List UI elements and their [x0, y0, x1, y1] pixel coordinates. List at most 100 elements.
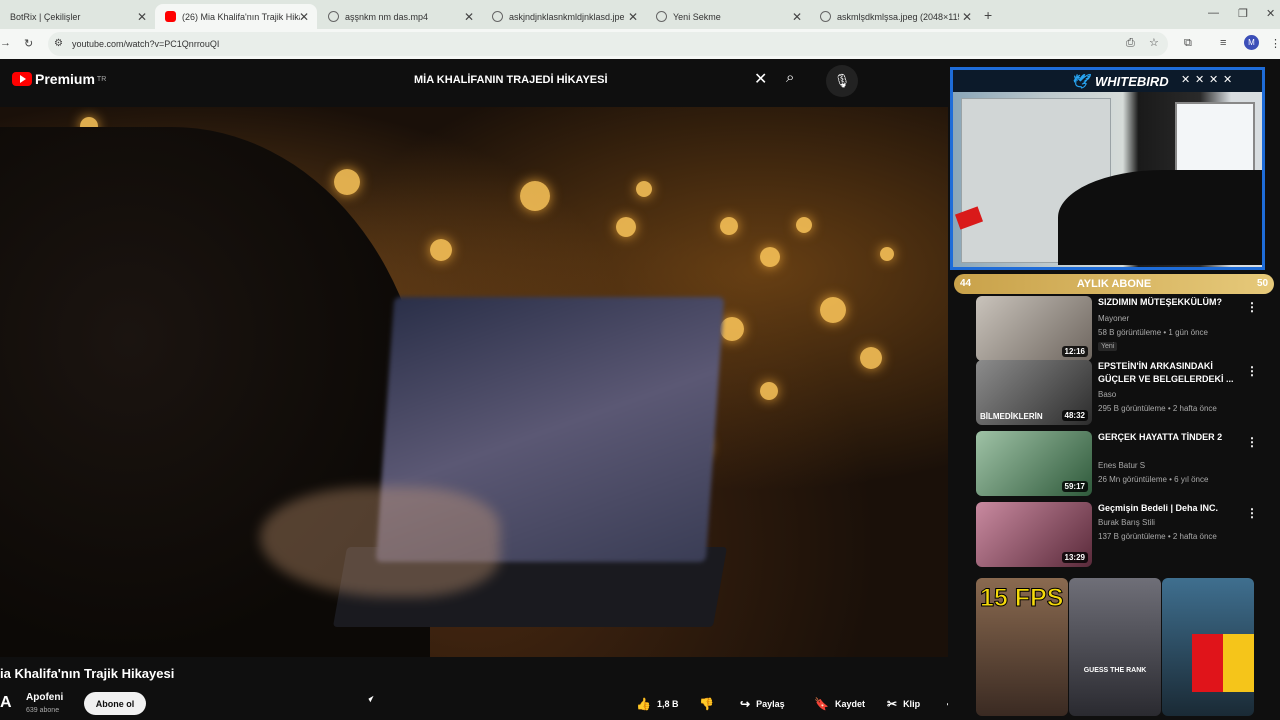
media-control-icon[interactable]: ≡	[1220, 37, 1226, 49]
video-duration: 48:32	[1061, 410, 1088, 421]
thumbs-up-icon: 👍	[636, 696, 651, 711]
video-thumbnail[interactable]: 59:17	[976, 431, 1092, 496]
bokeh-light	[334, 169, 360, 195]
close-tab-icon[interactable]: ✕	[299, 10, 309, 24]
tab-title: BotRix | Çekilişler	[10, 11, 81, 22]
dislike-button[interactable]: 👎	[699, 692, 714, 715]
minimize-icon[interactable]: —	[1208, 7, 1219, 19]
tab-title: askmlşdkmlşsa.jpeg (2048×115	[837, 11, 959, 22]
browser-tab-active[interactable]: (26) Mia Khalifa'nın Trajik Hikay ✕	[155, 4, 317, 29]
new-badge: Yeni	[1098, 342, 1118, 351]
shorts-item[interactable]: GUESS THE RANK	[1069, 578, 1161, 716]
sub-goal-label: AYLIK ABONE	[1076, 278, 1152, 290]
clip-label: Klip	[903, 698, 921, 709]
recommendation-channel[interactable]: Burak Barış Stili	[1098, 518, 1155, 527]
shorts-color-block	[1192, 634, 1254, 692]
close-icon: ✕	[1209, 74, 1219, 86]
clear-search-icon[interactable]: ✕	[754, 69, 767, 89]
install-icon[interactable]: ⎙	[1126, 37, 1135, 50]
share-button[interactable]: ↪ Paylaş	[740, 692, 785, 715]
shorts-label: GUESS THE RANK	[1083, 667, 1147, 674]
new-tab-icon[interactable]: +	[984, 7, 992, 23]
video-thumbnail[interactable]: 13:29	[976, 502, 1092, 567]
youtube-favicon-icon	[165, 11, 176, 22]
more-vertical-icon[interactable]: ⋮	[1246, 506, 1258, 520]
restore-icon[interactable]: ❐	[1238, 7, 1248, 20]
close-tab-icon[interactable]: ✕	[792, 10, 802, 24]
bokeh-light	[720, 317, 744, 341]
channel-name[interactable]: Apofeni	[26, 692, 63, 703]
tab-title: (26) Mia Khalifa'nın Trajik Hikay	[182, 11, 300, 22]
bokeh-light	[636, 181, 652, 197]
subscribe-button[interactable]: Abone ol	[84, 692, 146, 715]
webcam-overlay: 🕊 WHITEBIRD ✕ ✕ ✕ ✕	[950, 67, 1265, 270]
thumbnail-text: BİLMEDİKLERİN	[980, 412, 1043, 421]
cam-chair	[1058, 170, 1262, 265]
recommendation-channel[interactable]: Enes Batur S	[1098, 461, 1145, 470]
recommendation-title[interactable]: Geçmişin Bedeli | Deha INC.	[1098, 502, 1238, 515]
bokeh-light	[760, 247, 780, 267]
video-thumbnail[interactable]: 12:16	[976, 296, 1092, 361]
close-tab-icon[interactable]: ✕	[137, 10, 147, 24]
like-button[interactable]: 👍 1,8 B	[636, 692, 678, 715]
recommendation-title[interactable]: EPSTEİN'İN ARKASINDAKİ GÜÇLER VE BELGELE…	[1098, 360, 1238, 386]
recommendation-title[interactable]: SIZDIMIN MÜTEŞEKKÜLÜM?	[1098, 296, 1238, 309]
browser-tab[interactable]: askmlşdkmlşsa.jpeg (2048×115 ✕	[810, 4, 980, 29]
close-window-icon[interactable]: ✕	[1266, 7, 1275, 20]
browser-tab[interactable]: Yeni Sekme ✕	[646, 4, 810, 29]
scissors-icon: ✂	[887, 696, 898, 711]
recommendation-channel[interactable]: Mayoner	[1098, 314, 1129, 323]
more-vertical-icon[interactable]: ⋮	[1246, 364, 1258, 378]
more-vertical-icon[interactable]: ⋮	[1246, 300, 1258, 314]
bokeh-light	[430, 239, 452, 261]
bokeh-light	[820, 297, 846, 323]
url-field[interactable]: ⚙ youtube.com/watch?v=PC1QnrrouQI	[48, 32, 1168, 56]
recommendation-item[interactable]: BİLMEDİKLERİN 48:32 EPSTEİN'İN ARKASINDA…	[976, 360, 1276, 425]
recommendation-item[interactable]: 13:29 Geçmişin Bedeli | Deha INC. Burak …	[976, 502, 1276, 567]
tab-title: Yeni Sekme	[673, 11, 721, 22]
browser-tab[interactable]: aşşnkm nm das.mp4 ✕	[318, 4, 482, 29]
back-arrow-icon[interactable]: →	[0, 37, 11, 49]
shorts-item[interactable]: 15 FPS	[976, 578, 1068, 716]
channel-avatar[interactable]: A	[0, 694, 16, 714]
extensions-icon[interactable]: ⧉	[1184, 37, 1192, 50]
search-icon[interactable]: ⌕	[786, 69, 794, 86]
recommendation-channel[interactable]: Baso	[1098, 390, 1116, 399]
more-vertical-icon[interactable]: ⋮	[1246, 435, 1258, 449]
bokeh-light	[880, 247, 894, 261]
shorts-item[interactable]	[1162, 578, 1254, 716]
recommendation-title[interactable]: GERÇEK HAYATTA TİNDER 2	[1098, 431, 1238, 444]
bookmark-star-icon[interactable]: ☆	[1149, 36, 1159, 49]
logo-text: Premium	[35, 71, 95, 87]
close-tab-icon[interactable]: ✕	[628, 10, 638, 24]
more-menu-icon[interactable]: ⋮	[1270, 37, 1280, 50]
save-button[interactable]: 🔖 Kaydet	[814, 692, 865, 715]
youtube-logo[interactable]: Premium TR	[12, 71, 106, 87]
recommendation-meta: 58 B görüntüleme • 1 gün önce	[1098, 328, 1208, 337]
clip-button[interactable]: ✂ Klip	[887, 692, 920, 715]
mouse-cursor-icon	[368, 695, 376, 703]
globe-icon	[492, 11, 503, 22]
close-icon: ✕	[1195, 74, 1205, 86]
recommendation-item[interactable]: 12:16 SIZDIMIN MÜTEŞEKKÜLÜM? Mayoner 58 …	[976, 296, 1276, 361]
close-tab-icon[interactable]: ✕	[962, 10, 972, 24]
reload-icon[interactable]: ↻	[24, 37, 33, 50]
subscriber-goal-bar: AYLIK ABONE	[954, 274, 1274, 294]
search-input[interactable]: MİA KHALİFANIN TRAJEDİ HİKAYESİ	[404, 66, 778, 94]
bokeh-light	[796, 217, 812, 233]
like-count: 1,8 B	[656, 698, 679, 709]
browser-tab[interactable]: askjndjnklasnkmldjnklasd.jpeg ✕	[482, 4, 646, 29]
browser-tab[interactable]: BotRix | Çekilişler ✕	[0, 4, 155, 29]
share-label: Paylaş	[756, 698, 785, 709]
microphone-icon[interactable]: 🎙	[826, 65, 858, 97]
video-thumbnail[interactable]: BİLMEDİKLERİN 48:32	[976, 360, 1092, 425]
recommendation-meta: 137 B görüntüleme • 2 hafta önce	[1098, 532, 1217, 541]
recommendation-item[interactable]: 59:17 GERÇEK HAYATTA TİNDER 2 Enes Batur…	[976, 431, 1276, 496]
close-tab-icon[interactable]: ✕	[464, 10, 474, 24]
video-player[interactable]: A	[0, 107, 948, 657]
globe-icon	[656, 11, 667, 22]
site-info-icon[interactable]: ⚙	[54, 38, 63, 49]
profile-avatar[interactable]: M	[1244, 35, 1259, 50]
video-duration: 12:16	[1061, 346, 1088, 357]
video-duration: 13:29	[1061, 552, 1088, 563]
